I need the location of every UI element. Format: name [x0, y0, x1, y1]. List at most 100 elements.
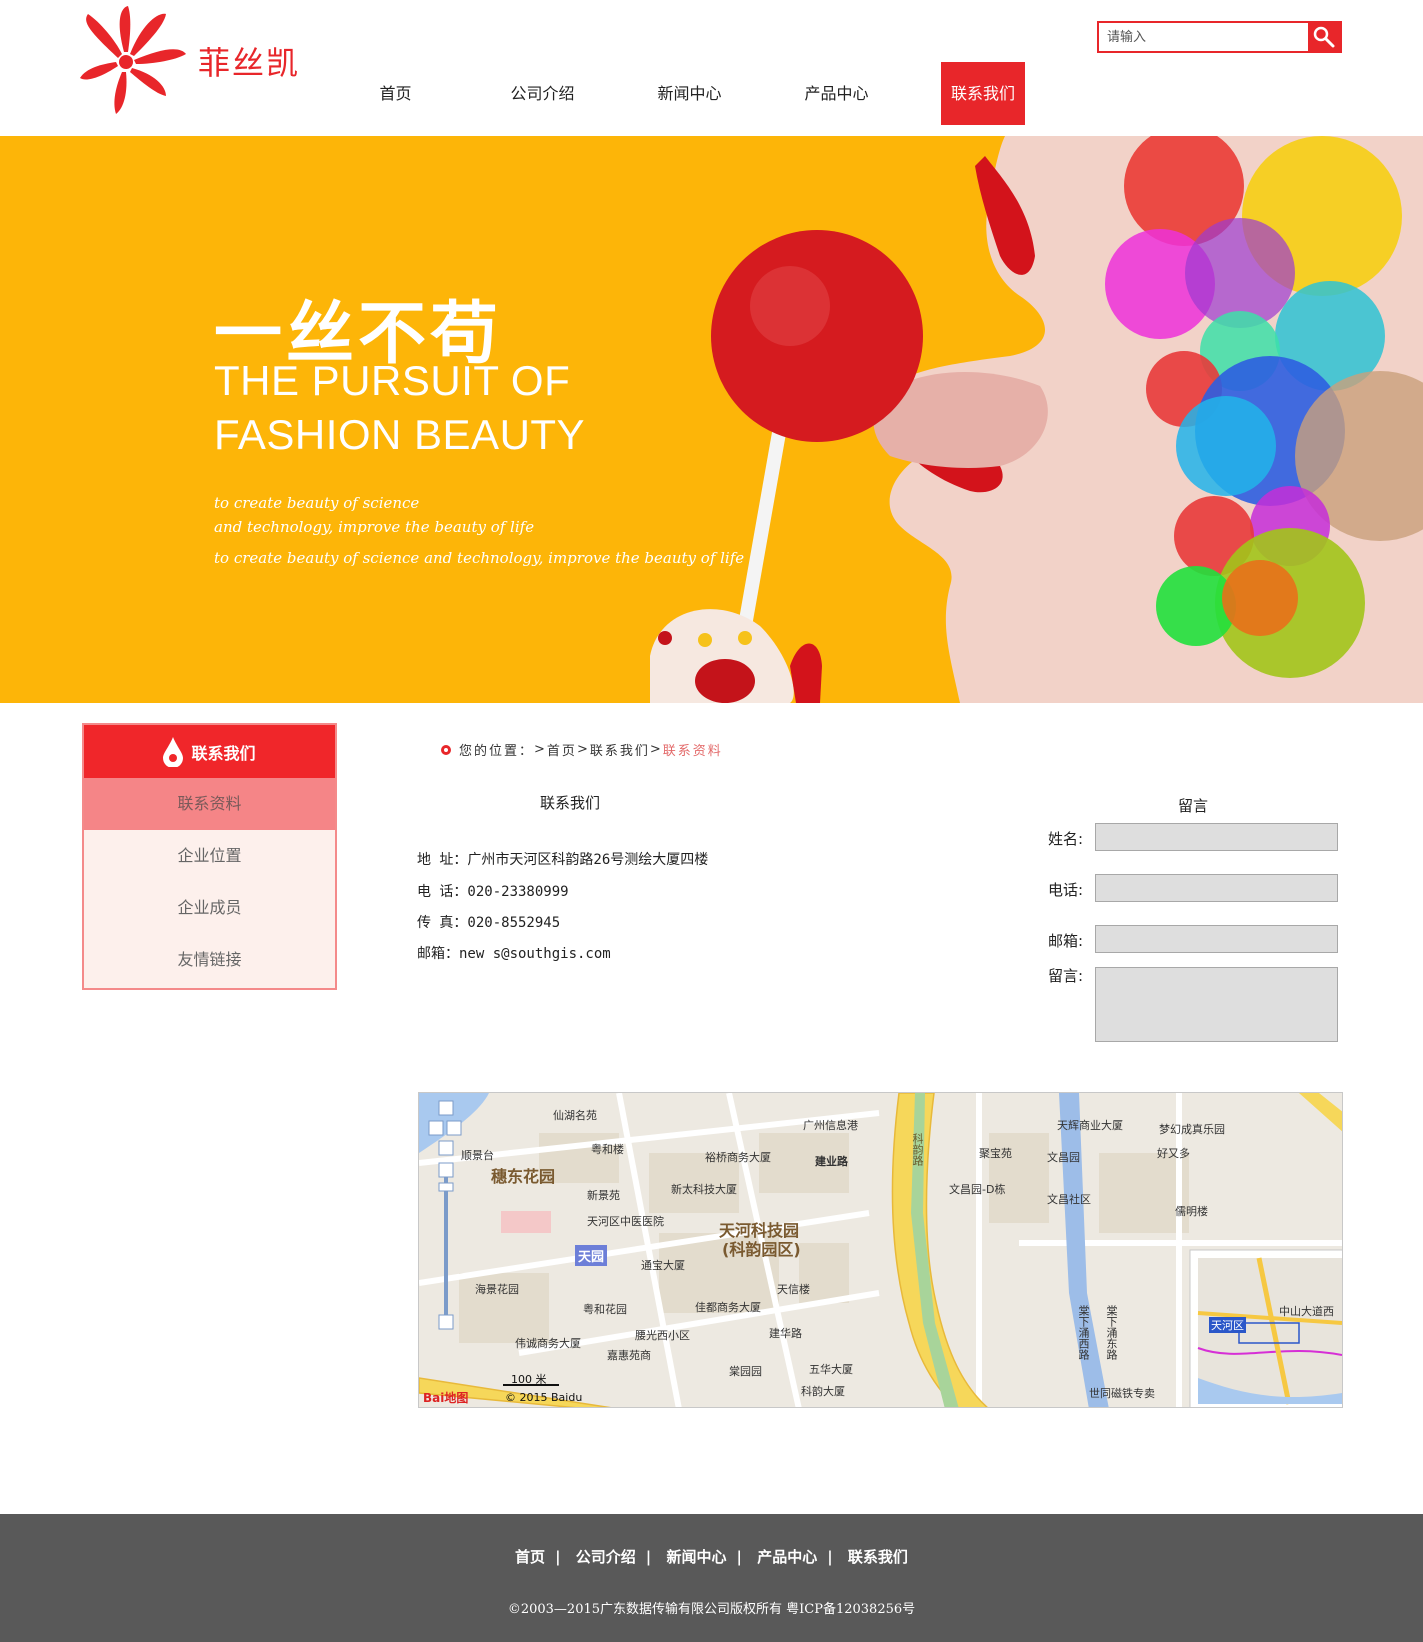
map-label: 世同磁铁专卖	[1089, 1387, 1155, 1400]
footer-link-contact[interactable]: 联系我们	[848, 1548, 908, 1566]
site-header: 菲丝凯 首页 公司介绍 新闻中心 产品中心 联系我们	[0, 0, 1423, 136]
map-label: 粤和花园	[583, 1303, 627, 1316]
map-label: 天河区	[1209, 1317, 1246, 1333]
breadcrumb-prefix: 您的位置：	[459, 744, 535, 759]
map-label: 科韵大厦	[801, 1385, 845, 1398]
map-label: 天辉商业大厦	[1057, 1119, 1123, 1132]
map-label: 建业路	[815, 1155, 848, 1168]
map-widget[interactable]: 穗东花园 天河科技园 (科韵园区) 天园 仙湖名苑 顺景台 粤和楼 裕桥商务大厦…	[418, 1092, 1343, 1408]
map-label: 棠下涌东路	[1105, 1305, 1118, 1360]
site-footer: 首页 | 公司介绍 | 新闻中心 | 产品中心 | 联系我们 ©2003—2015广东数…	[0, 1514, 1423, 1642]
nav-home[interactable]: 首页	[322, 62, 469, 125]
map-label: 科韵路	[911, 1133, 924, 1166]
map-label: 文昌园-D栋	[949, 1183, 1006, 1196]
banner-tagline-3: to create beauty of science and technolo…	[214, 549, 745, 567]
nav-about[interactable]: 公司介绍	[469, 62, 616, 125]
map-label: 文昌社区	[1047, 1193, 1091, 1206]
search-button[interactable]	[1308, 23, 1340, 51]
breadcrumb-sep: >	[534, 742, 547, 757]
breadcrumb-section[interactable]: 联系我们	[590, 740, 650, 759]
footer-copyright: ©2003—2015广东数据传输有限公司版权所有 粤ICP备12038256号	[507, 1602, 916, 1617]
footer-nav: 首页 | 公司介绍 | 新闻中心 | 产品中心 | 联系我们	[0, 1546, 1423, 1567]
sidebar-item-contact-info[interactable]: 联系资料	[84, 778, 335, 830]
map-label: 粤和楼	[591, 1143, 624, 1156]
banner-subtitle-line-1: THE PURSUIT OF	[214, 357, 571, 404]
name-field[interactable]	[1095, 823, 1338, 851]
brand-name: 菲丝凯	[198, 44, 301, 82]
message-form-title: 留言	[1178, 797, 1209, 815]
contact-email: 邮箱：new s@southgis.com	[417, 946, 611, 962]
map-label: 天河区中医医院	[587, 1215, 664, 1228]
map-label: 棠园园	[729, 1365, 762, 1378]
nav-news[interactable]: 新闻中心	[616, 62, 763, 125]
map-label: 儒明楼	[1175, 1205, 1208, 1218]
contact-phone: 电 话：020-23380999	[417, 884, 569, 900]
footer-sep: |	[555, 1548, 561, 1566]
location-dot-icon	[441, 744, 451, 755]
email-field[interactable]	[1095, 925, 1338, 953]
message-label: 留言:	[1048, 967, 1084, 985]
name-label: 姓名:	[1048, 830, 1084, 848]
footer-sep: |	[645, 1548, 652, 1566]
map-label: 嘉惠苑商	[607, 1349, 651, 1362]
map-label: 天园	[575, 1245, 608, 1266]
phone-field[interactable]	[1095, 874, 1338, 902]
map-label: (科韵园区)	[722, 1240, 801, 1259]
map-label: 腰光西小区	[635, 1329, 690, 1342]
map-label: 梦幻成真乐园	[1159, 1123, 1225, 1136]
breadcrumb-sep: >	[576, 742, 590, 757]
map-scale: 100 米	[511, 1373, 547, 1386]
map-label: 通宝大厦	[641, 1259, 685, 1272]
banner-tagline-1: to create beauty of science	[214, 494, 420, 512]
footer-link-home[interactable]: 首页	[515, 1548, 545, 1566]
magnifier-icon	[1313, 26, 1335, 48]
map-label: 文昌园	[1047, 1151, 1080, 1164]
footer-link-about[interactable]: 公司介绍	[576, 1548, 636, 1566]
hero-banner: 一丝不苟 THE PURSUIT OF FASHION BEAUTY to cr…	[0, 136, 1423, 703]
drop-icon	[163, 736, 184, 767]
nav-contact[interactable]: 联系我们	[941, 62, 1025, 125]
map-label: 裕桥商务大厦	[705, 1151, 771, 1164]
sidebar-item-members[interactable]: 企业成员	[84, 882, 335, 934]
map-copyright: © 2015 Baidu	[505, 1391, 583, 1404]
message-field[interactable]	[1095, 967, 1338, 1042]
contact-address: 地 址：广州市天河区科韵路26号测绘大厦四楼	[417, 852, 709, 868]
breadcrumb-sep: >	[649, 742, 663, 757]
map-label: 聚宝苑	[979, 1147, 1012, 1160]
map-label: 建华路	[769, 1327, 802, 1340]
phone-label: 电话:	[1048, 881, 1084, 899]
sidebar-item-links[interactable]: 友情链接	[84, 934, 335, 986]
map-label: 棠下涌西路	[1077, 1305, 1090, 1360]
banner-subtitle-line-2: FASHION BEAUTY	[214, 411, 586, 458]
email-label: 邮箱:	[1048, 932, 1084, 950]
map-label: 顺景台	[461, 1149, 494, 1162]
footer-link-news[interactable]: 新闻中心	[666, 1548, 726, 1566]
map-label: 中山大道西	[1279, 1305, 1334, 1318]
map-label: 五华大厦	[809, 1363, 853, 1376]
footer-sep: |	[827, 1548, 833, 1566]
map-label: 伟诚商务大厦	[515, 1337, 581, 1350]
sidebar-item-location[interactable]: 企业位置	[84, 830, 335, 882]
map-label: 好又多	[1157, 1147, 1190, 1160]
map-label: 新景苑	[587, 1189, 620, 1202]
nav-products[interactable]: 产品中心	[763, 62, 910, 125]
breadcrumb-current: 联系资料	[662, 744, 723, 759]
contact-fax: 传 真：020-8552945	[417, 915, 561, 931]
sidebar-header: 联系我们	[84, 725, 335, 778]
map-label: 穗东花园	[491, 1167, 556, 1186]
map-canvas[interactable]	[419, 1093, 1343, 1408]
footer-link-products[interactable]: 产品中心	[757, 1548, 817, 1566]
baidu-logo: Bai地图	[423, 1391, 469, 1405]
main-nav: 首页 公司介绍 新闻中心 产品中心 联系我们	[322, 62, 1025, 125]
map-label: 广州信息港	[803, 1119, 858, 1132]
banner-tagline-2: and technology, improve the beauty of li…	[214, 518, 535, 536]
map-label: 仙湖名苑	[553, 1109, 597, 1122]
contact-title: 联系我们	[540, 794, 601, 812]
breadcrumb-home[interactable]: 首页	[547, 740, 577, 759]
map-label: 天信楼	[777, 1283, 810, 1296]
map-label: 海景花园	[475, 1283, 519, 1296]
map-label: 新太科技大厦	[671, 1183, 737, 1196]
search-input[interactable]	[1099, 23, 1308, 51]
breadcrumb: 您的位置： > 首页 > 联系我们 > 联系资料	[441, 740, 723, 759]
map-label: 佳都商务大厦	[695, 1301, 761, 1314]
